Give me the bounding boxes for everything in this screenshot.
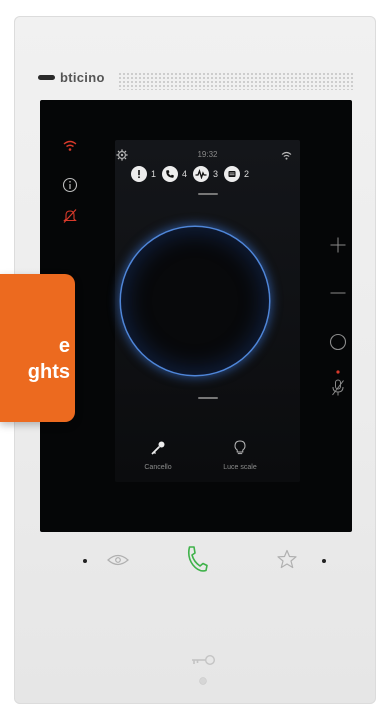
message-icon bbox=[224, 166, 241, 182]
notification-alerts[interactable]: 1 bbox=[131, 166, 156, 182]
led-right bbox=[322, 559, 326, 563]
brand-logo: bticino bbox=[38, 70, 105, 85]
promo-line-2: ghts bbox=[27, 361, 70, 383]
wifi-alert-icon[interactable] bbox=[62, 138, 78, 154]
notification-messages[interactable]: 2 bbox=[224, 166, 249, 182]
eye-icon[interactable] bbox=[105, 550, 131, 570]
door-key-icon[interactable] bbox=[188, 652, 218, 668]
missed-call-icon bbox=[162, 166, 179, 182]
notification-activity[interactable]: 3 bbox=[193, 166, 218, 182]
shortcut-gate[interactable]: Cancello bbox=[133, 440, 183, 471]
touch-display: 19:32 1 4 3 2 Cancello Luce scale bbox=[115, 140, 300, 482]
mic-off-icon[interactable] bbox=[330, 378, 346, 398]
brand-mark bbox=[38, 75, 55, 80]
alert-icon bbox=[131, 166, 147, 182]
pull-up-handle[interactable] bbox=[198, 397, 218, 399]
promo-line-1: e bbox=[58, 335, 70, 357]
activity-icon bbox=[193, 166, 210, 182]
shortcut-stair-light[interactable]: Luce scale bbox=[210, 440, 270, 471]
favorite-star-icon[interactable] bbox=[275, 548, 299, 570]
volume-down-icon[interactable] bbox=[329, 284, 347, 302]
speaker-grille bbox=[118, 72, 354, 90]
ringer-off-icon[interactable] bbox=[61, 207, 79, 225]
missed-call-count: 4 bbox=[182, 169, 188, 179]
shortcut-gate-label: Cancello bbox=[144, 464, 172, 471]
mic-mute-indicator-icon bbox=[335, 369, 341, 375]
notification-bar: 1 4 3 2 bbox=[131, 166, 251, 182]
alert-count: 1 bbox=[151, 169, 157, 179]
answer-call-icon[interactable] bbox=[182, 543, 212, 575]
led-left bbox=[83, 559, 87, 563]
notification-missed-calls[interactable]: 4 bbox=[162, 166, 187, 182]
gate-key-icon bbox=[150, 440, 166, 461]
camera-lens bbox=[198, 676, 208, 686]
activity-count: 3 bbox=[213, 169, 219, 179]
shortcut-stair-light-label: Luce scale bbox=[223, 464, 257, 471]
promo-badge: e ghts bbox=[0, 274, 75, 422]
info-icon[interactable] bbox=[61, 176, 79, 194]
pull-down-handle[interactable] bbox=[198, 193, 218, 195]
message-count: 2 bbox=[244, 169, 250, 179]
bulb-icon bbox=[233, 440, 247, 461]
clock-time: 19:32 bbox=[197, 150, 218, 159]
home-circle-icon[interactable] bbox=[328, 332, 348, 352]
wifi-status-icon bbox=[280, 150, 292, 160]
video-ring-button[interactable] bbox=[121, 227, 269, 375]
brand-name: bticino bbox=[60, 70, 105, 85]
volume-up-icon[interactable] bbox=[329, 236, 347, 254]
